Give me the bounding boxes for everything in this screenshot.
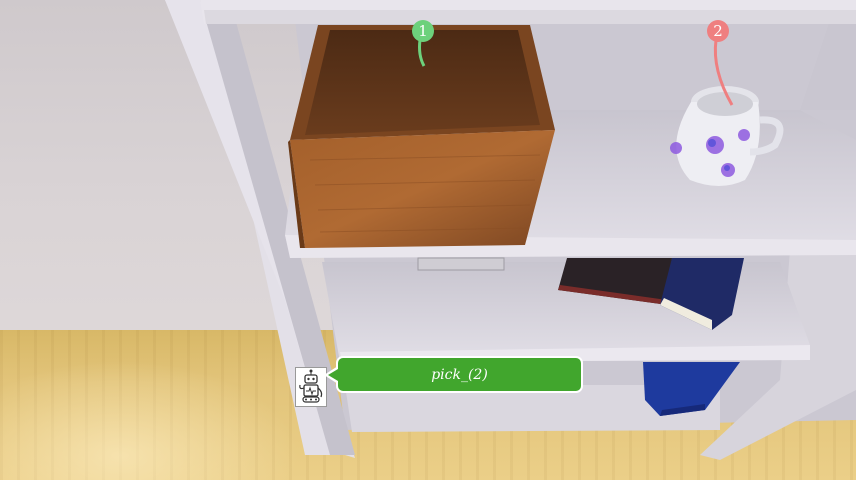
bookshelf [165, 0, 856, 460]
robot-icon [295, 367, 327, 407]
object-marker-1[interactable]: 1 [412, 20, 434, 42]
marker-2-label: 2 [713, 22, 723, 40]
action-text: pick_(2) [431, 366, 488, 383]
scene-viewport: 1 2 pick_(2) [0, 0, 856, 480]
marker-1-label: 1 [418, 22, 428, 40]
action-bubble: pick_(2) [336, 356, 583, 393]
object-marker-2[interactable]: 2 [707, 20, 729, 42]
bubble-tail-fill [328, 369, 338, 381]
